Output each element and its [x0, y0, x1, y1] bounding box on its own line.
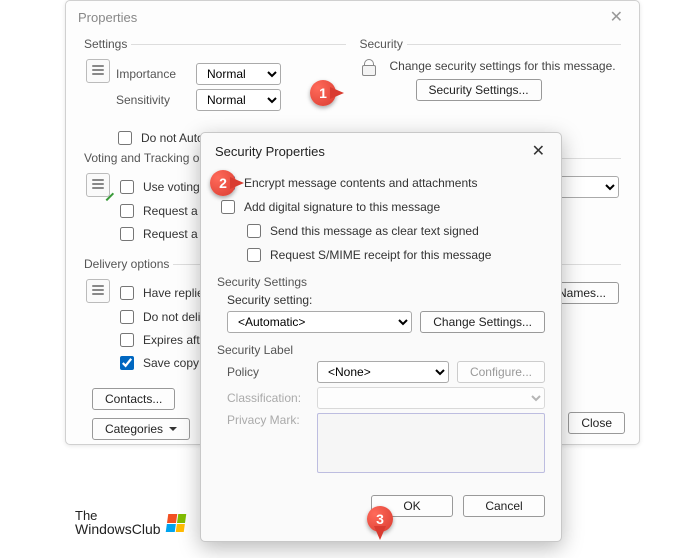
- close-button[interactable]: Close: [568, 412, 625, 434]
- security-label-heading: Security Label: [217, 343, 545, 357]
- security-legend: Security: [360, 37, 407, 51]
- voting-buttons-checkbox[interactable]: [120, 180, 134, 194]
- autoarchive-checkbox[interactable]: [118, 131, 132, 145]
- delivery-receipt-checkbox[interactable]: [120, 204, 134, 218]
- security-settings-section: Security Settings Security setting: <Aut…: [217, 275, 545, 333]
- properties-title: Properties: [78, 10, 137, 25]
- read-receipt-checkbox[interactable]: [120, 227, 134, 241]
- security-setting-select[interactable]: <Automatic>: [227, 311, 412, 333]
- privacy-mark-textarea: [317, 413, 545, 473]
- privacy-mark-label: Privacy Mark:: [227, 413, 309, 427]
- brand-line1: The: [75, 509, 161, 523]
- settings-group: Settings Importance Normal Sensitivity: [84, 37, 346, 119]
- smime-label: Request S/MIME receipt for this message: [270, 248, 491, 262]
- delivery-legend: Delivery options: [84, 257, 173, 271]
- thewindowsclub-logo: The WindowsClub: [75, 506, 185, 540]
- policy-select[interactable]: <None>: [317, 361, 449, 383]
- importance-label: Importance: [116, 67, 188, 81]
- sensitivity-select[interactable]: Normal: [196, 89, 281, 111]
- sign-label: Add digital signature to this message: [244, 200, 440, 214]
- windows-flag-icon: [165, 514, 186, 532]
- deliver-before-checkbox[interactable]: [120, 310, 134, 324]
- annotation-2: 2: [210, 170, 236, 196]
- security-label-section: Security Label Policy <None> Configure..…: [217, 343, 545, 473]
- configure-button: Configure...: [457, 361, 545, 383]
- annotation-3: 3: [367, 506, 393, 532]
- contacts-button[interactable]: Contacts...: [92, 388, 175, 410]
- replies-checkbox[interactable]: [120, 286, 134, 300]
- categories-button[interactable]: Categories: [92, 418, 190, 440]
- security-text: Change security settings for this messag…: [390, 59, 616, 73]
- security-group: Security Change security settings for th…: [360, 37, 622, 119]
- save-copy-checkbox[interactable]: [120, 356, 134, 370]
- classification-select: [317, 387, 545, 409]
- policy-label: Policy: [227, 365, 309, 379]
- sign-checkbox[interactable]: [221, 200, 235, 214]
- lock-icon: [362, 59, 376, 75]
- cleartext-label: Send this message as clear text signed: [270, 224, 479, 238]
- brand-line2: WindowsClub: [75, 522, 161, 537]
- delivery-icon: [86, 279, 110, 303]
- change-settings-button[interactable]: Change Settings...: [420, 311, 545, 333]
- smime-checkbox[interactable]: [247, 248, 261, 262]
- sensitivity-label: Sensitivity: [116, 93, 188, 107]
- security-settings-button[interactable]: Security Settings...: [416, 79, 542, 101]
- security-properties-dialog: Security Properties ✕ Encrypt message co…: [200, 132, 562, 542]
- security-properties-title: Security Properties: [215, 144, 325, 159]
- settings-icon: [86, 59, 110, 83]
- importance-select[interactable]: Normal: [196, 63, 281, 85]
- security-setting-label: Security setting:: [227, 293, 312, 307]
- annotation-1: 1: [310, 80, 336, 106]
- classification-label: Classification:: [227, 391, 309, 405]
- security-settings-heading: Security Settings: [217, 275, 545, 289]
- encrypt-label: Encrypt message contents and attachments: [244, 176, 477, 190]
- cleartext-checkbox[interactable]: [247, 224, 261, 238]
- expires-checkbox[interactable]: [120, 333, 134, 347]
- tracking-icon: [86, 173, 110, 197]
- cancel-button[interactable]: Cancel: [463, 495, 545, 517]
- settings-legend: Settings: [84, 37, 131, 51]
- close-icon[interactable]: ✕: [526, 141, 551, 161]
- close-icon[interactable]: ✕: [606, 7, 627, 27]
